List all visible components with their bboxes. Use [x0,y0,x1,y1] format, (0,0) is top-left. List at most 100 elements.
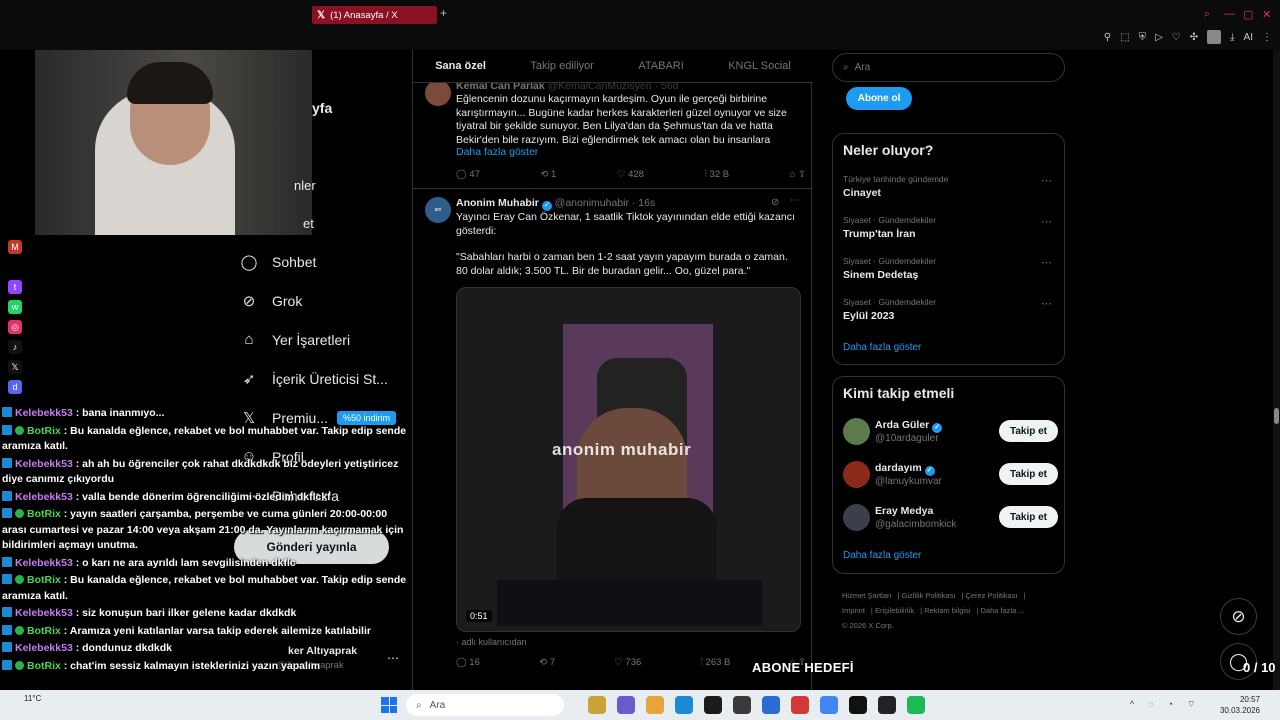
footer-link[interactable]: Imprint [842,606,865,615]
heart-icon[interactable]: ♡ [1172,32,1181,43]
more-icon[interactable]: ⋯ [1041,256,1052,269]
spotify-icon[interactable] [907,696,925,714]
avatar[interactable] [843,418,870,445]
footer-link[interactable]: Reklam bilgisi [924,606,970,615]
reply-button[interactable]: ◯ 16 [456,657,480,668]
discord-icon[interactable]: d [8,380,22,394]
opera-icon[interactable] [791,696,809,714]
follow-button[interactable]: Takip et [999,463,1058,485]
like-button[interactable]: ♡ 428 [617,169,644,180]
trend-item[interactable]: Siyaset · Gündemdekiler Trump'tan İran ⋯ [843,215,1058,240]
views-button[interactable]: ⫶ 263 B [701,657,731,668]
search-icon[interactable]: ⌕ [1204,8,1210,21]
avatar[interactable] [843,461,870,488]
sidebar-item-creator-studio[interactable]: ➶ İçerik Üreticisi St... [240,359,410,398]
subscribe-button[interactable]: Abone ol [846,87,912,110]
weather-widget[interactable]: 11°C [24,694,41,703]
tweet[interactable]: am Anonim Muhabir ✓ @anonimuhabir · 16s … [413,190,813,690]
more-icon[interactable]: ⋯ [1041,215,1052,228]
scrollbar-thumb[interactable] [1274,408,1279,424]
sidebar-item-grok[interactable]: ⊘ Grok [240,281,410,320]
instagram-icon[interactable]: ◎ [8,320,22,334]
like-button[interactable]: ♡ 736 [614,657,641,668]
taskbar-clock[interactable]: 20:57 30.03.2026 [1220,694,1260,716]
download-icon[interactable]: ⤓ [1230,32,1234,43]
app-gray-icon[interactable] [733,696,751,714]
grok-floating-button[interactable]: ⊘ [1220,598,1257,635]
network-icon[interactable]: ◌ [1148,699,1153,710]
folder-icon[interactable] [646,696,664,714]
avatar[interactable] [843,504,870,531]
trend-item[interactable]: Türkiye tarihinde gündemde Cinayet ⋯ [843,174,1058,199]
trend-item[interactable]: Siyaset · Gündemdekiler Sinem Dedetaş ⋯ [843,256,1058,281]
sidebar-item-partial-1[interactable]: nler [294,178,316,193]
volume-icon[interactable]: ◔ [1168,699,1173,710]
shield-icon[interactable]: ⛨ [1139,32,1147,43]
avatar[interactable]: am [425,197,451,223]
more-icon[interactable]: ⋯ [1041,297,1052,310]
show-more-link[interactable]: Daha fazla göster [456,146,801,160]
ai-icon[interactable]: AI [1244,32,1253,43]
tiktok-icon[interactable]: ♪ [8,340,22,354]
scrollbar[interactable] [1273,50,1280,690]
maximize-icon[interactable]: ▢ [1243,8,1253,21]
chrome-icon[interactable] [820,696,838,714]
sidebar-item-bookmarks[interactable]: ⌂ Yer İşaretleri [240,320,410,359]
whatsapp-icon[interactable]: w [8,300,22,314]
taskbar-search[interactable]: ⌕ Ara [406,694,564,716]
more-icon[interactable]: ⋯ [790,195,800,206]
extension-icon[interactable]: ✣ [1190,32,1198,43]
app-dark-icon[interactable] [704,696,722,714]
follow-suggestion[interactable]: Arda Güler ✓ @10ardaguler Takip et [843,418,1058,448]
sidebar-item-partial-2[interactable]: et [303,216,314,231]
repost-button[interactable]: ⟲ 1 [540,169,556,180]
twitch-icon[interactable]: t [8,280,22,294]
tweet-video[interactable]: anonim muhabir 0:51 [456,287,801,632]
reply-button[interactable]: ◯ 47 [456,169,480,180]
copilot-icon[interactable] [617,696,635,714]
follow-suggestion[interactable]: dardayım ✓ @lanuykumvar Takip et [843,461,1058,491]
video-source[interactable]: · adlı kullanıcıdan [456,637,527,647]
file-explorer-icon[interactable] [588,696,606,714]
tab-following[interactable]: Takip ediliyor [530,60,594,72]
tab-for-you[interactable]: Sana özel [435,60,486,72]
close-icon[interactable]: ✕ [1262,8,1271,21]
windows-start-icon[interactable] [381,697,397,713]
tab-kngl-social[interactable]: KNGL Social [728,60,791,72]
edge-icon[interactable] [675,696,693,714]
minimize-icon[interactable]: — [1224,8,1235,20]
who-to-follow-show-more[interactable]: Daha fazla göster [843,550,921,561]
trend-item[interactable]: Siyaset · Gündemdekiler Eylül 2023 ⋯ [843,297,1058,322]
sidebar-item-chat[interactable]: ◯ Sohbet [240,242,410,281]
trends-show-more[interactable]: Daha fazla göster [843,342,921,353]
pin-icon[interactable]: ⚲ [1104,32,1111,43]
views-button[interactable]: ⫶ 32 B [705,169,730,180]
browser-tab[interactable]: 𝕏 (1) Anasayfa / X [312,6,437,24]
follow-button[interactable]: Takip et [999,506,1058,528]
tweet-author[interactable]: Anonim Muhabir [456,197,539,209]
menu-icon[interactable]: ⋮ [1262,32,1272,43]
footer-link[interactable]: Gizlilik Politikası [902,591,956,600]
search-input[interactable]: ⌕ Ara [832,53,1065,82]
footer-link[interactable]: Hizmet Şartları [842,591,892,600]
wifi-icon[interactable]: ⌔ [1187,699,1195,710]
obs-icon[interactable] [849,696,867,714]
tab-atabari[interactable]: ATABARI [638,60,683,72]
bookmark-button[interactable]: ⌂ ⇪ [790,169,806,180]
app-red-icon[interactable]: M [8,240,22,254]
grok-icon[interactable]: ⊘ [771,197,779,208]
footer-link[interactable]: Daha fazla ... [981,606,1025,615]
new-tab-button[interactable]: + [440,6,447,20]
play-icon[interactable]: ▷ [1155,32,1163,43]
avatar[interactable] [425,80,451,106]
follow-button[interactable]: Takip et [999,420,1058,442]
x-app-icon[interactable]: 𝕏 [8,360,22,374]
app-blue-icon[interactable] [762,696,780,714]
app-black-icon[interactable] [878,696,896,714]
footer-link[interactable]: Çerez Politikası [965,591,1017,600]
more-icon[interactable]: ⋯ [1041,174,1052,187]
profile-avatar-icon[interactable] [1207,30,1222,44]
footer-link[interactable]: Erişilebilirlik [875,606,914,615]
chevron-up-icon[interactable]: ^ [1130,699,1134,710]
screenshot-icon[interactable]: ⬚ [1120,32,1129,43]
